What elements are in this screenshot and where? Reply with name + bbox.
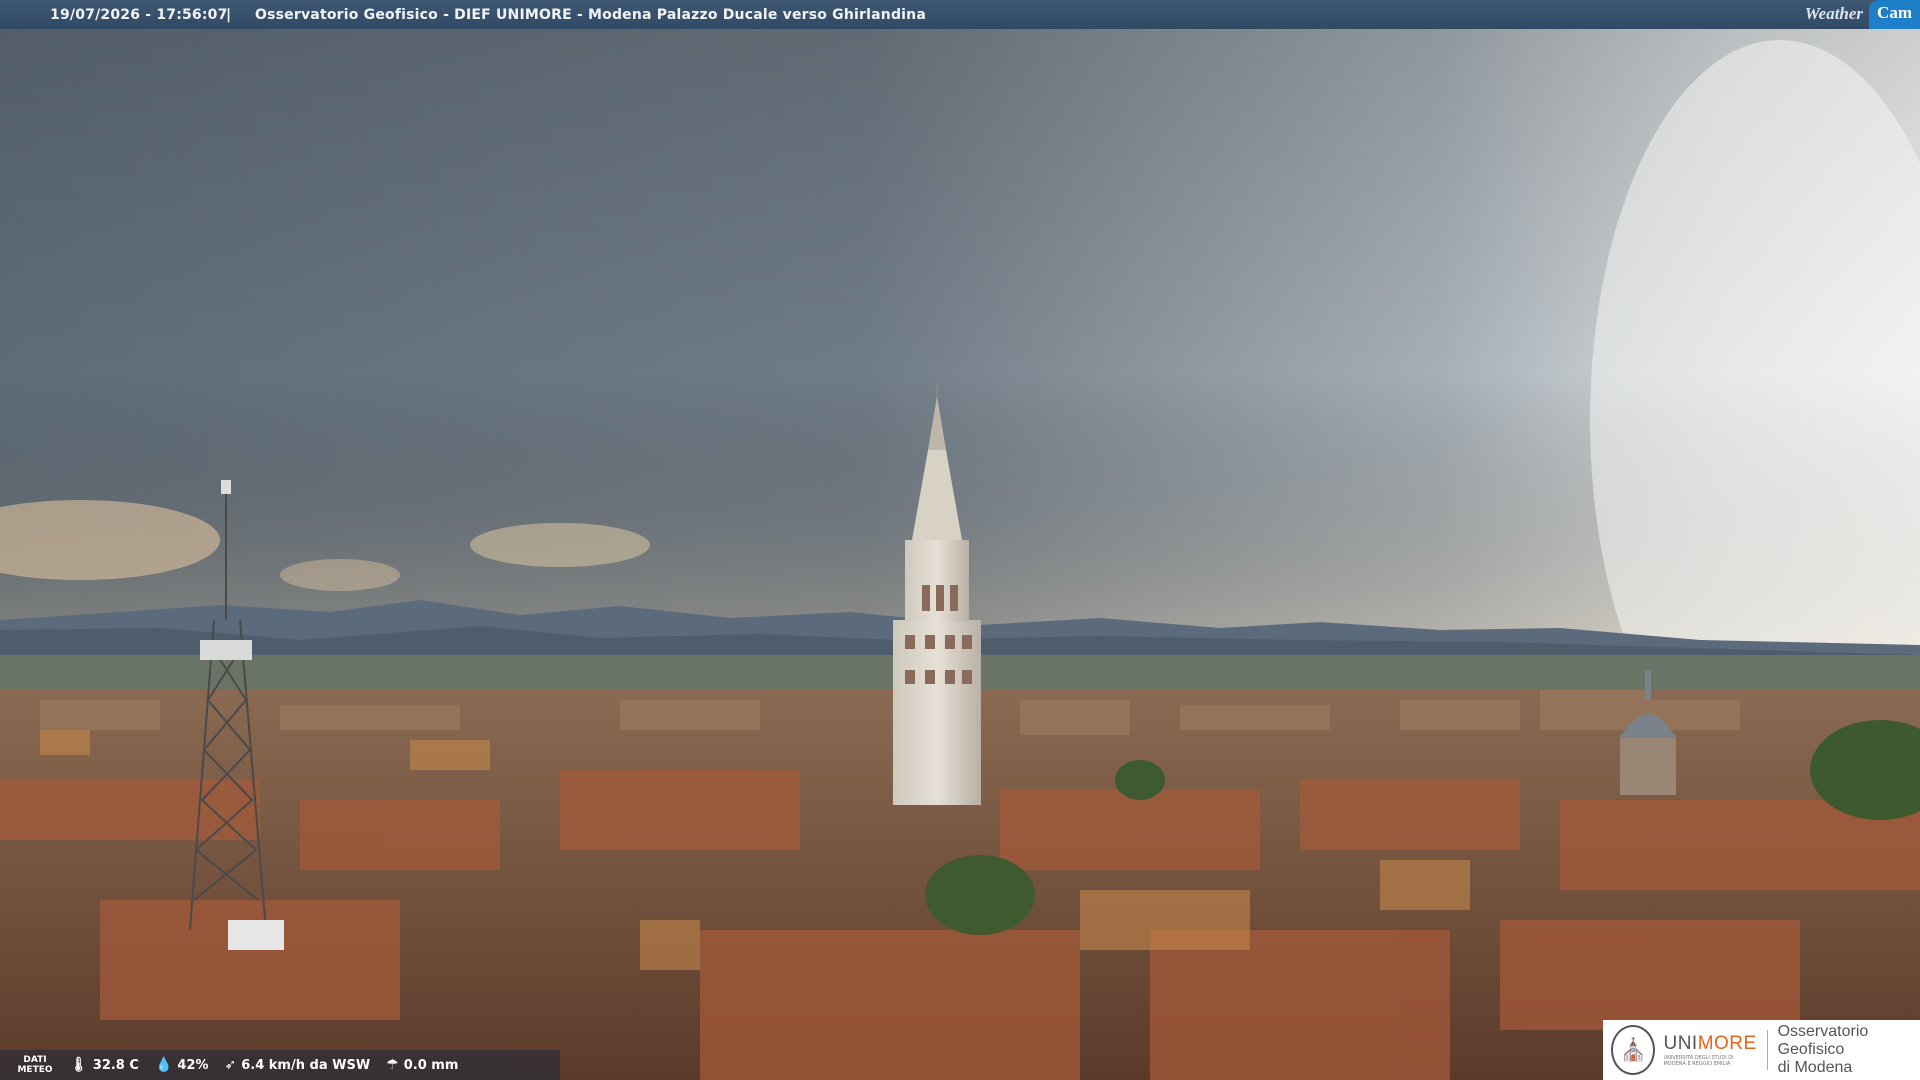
- weathercam-logo-cam: Cam: [1869, 0, 1920, 29]
- humidity-drop-icon: 💧: [154, 1057, 173, 1073]
- wind-value: 6.4 km/h da WSW: [241, 1057, 371, 1073]
- wind-reading: ➶ 6.4 km/h da WSW: [225, 1057, 371, 1073]
- header-separator: |: [226, 6, 232, 23]
- unimore-logo-panel: ⛪ UNIMORE UNIVERSITÀ DEGLI STUDI DI MODE…: [1603, 1020, 1920, 1080]
- timestamp: 19/07/2026 - 17:56:07: [50, 6, 228, 23]
- humidity-value: 42%: [177, 1057, 209, 1073]
- observatory-name: Osservatorio Geofisico di Modena: [1777, 1023, 1869, 1076]
- logo-divider: [1766, 1030, 1768, 1070]
- unimore-name: UNIMORE UNIVERSITÀ DEGLI STUDI DI MODENA…: [1663, 1033, 1757, 1067]
- rain-gauge-icon: ☂: [386, 1057, 399, 1073]
- weathercam-logo: Weather Cam: [1799, 0, 1920, 29]
- temperature-reading: 🌡 32.8 C: [70, 1057, 139, 1073]
- university-seal-icon: ⛪: [1611, 1025, 1656, 1075]
- weather-data-label: DATI METEO: [17, 1055, 53, 1075]
- humidity-reading: 💧 42%: [155, 1057, 209, 1073]
- wind-icon: ➶: [224, 1057, 237, 1073]
- weather-data-bar: DATI METEO 🌡 32.8 C 💧 42% ➶ 6.4 km/h da …: [0, 1050, 560, 1080]
- thermometer-icon: 🌡: [70, 1057, 88, 1073]
- rain-value: 0.0 mm: [403, 1057, 459, 1073]
- weathercam-logo-weather: Weather: [1804, 4, 1864, 23]
- rain-reading: ☂ 0.0 mm: [386, 1057, 458, 1073]
- header-bar: 19/07/2026 - 17:56:07 | Osservatorio Geo…: [0, 0, 1920, 29]
- camera-title: Osservatorio Geofisico - DIEF UNIMORE - …: [255, 6, 926, 23]
- temperature-value: 32.8 C: [92, 1057, 139, 1073]
- webcam-scene: [0, 0, 1920, 1080]
